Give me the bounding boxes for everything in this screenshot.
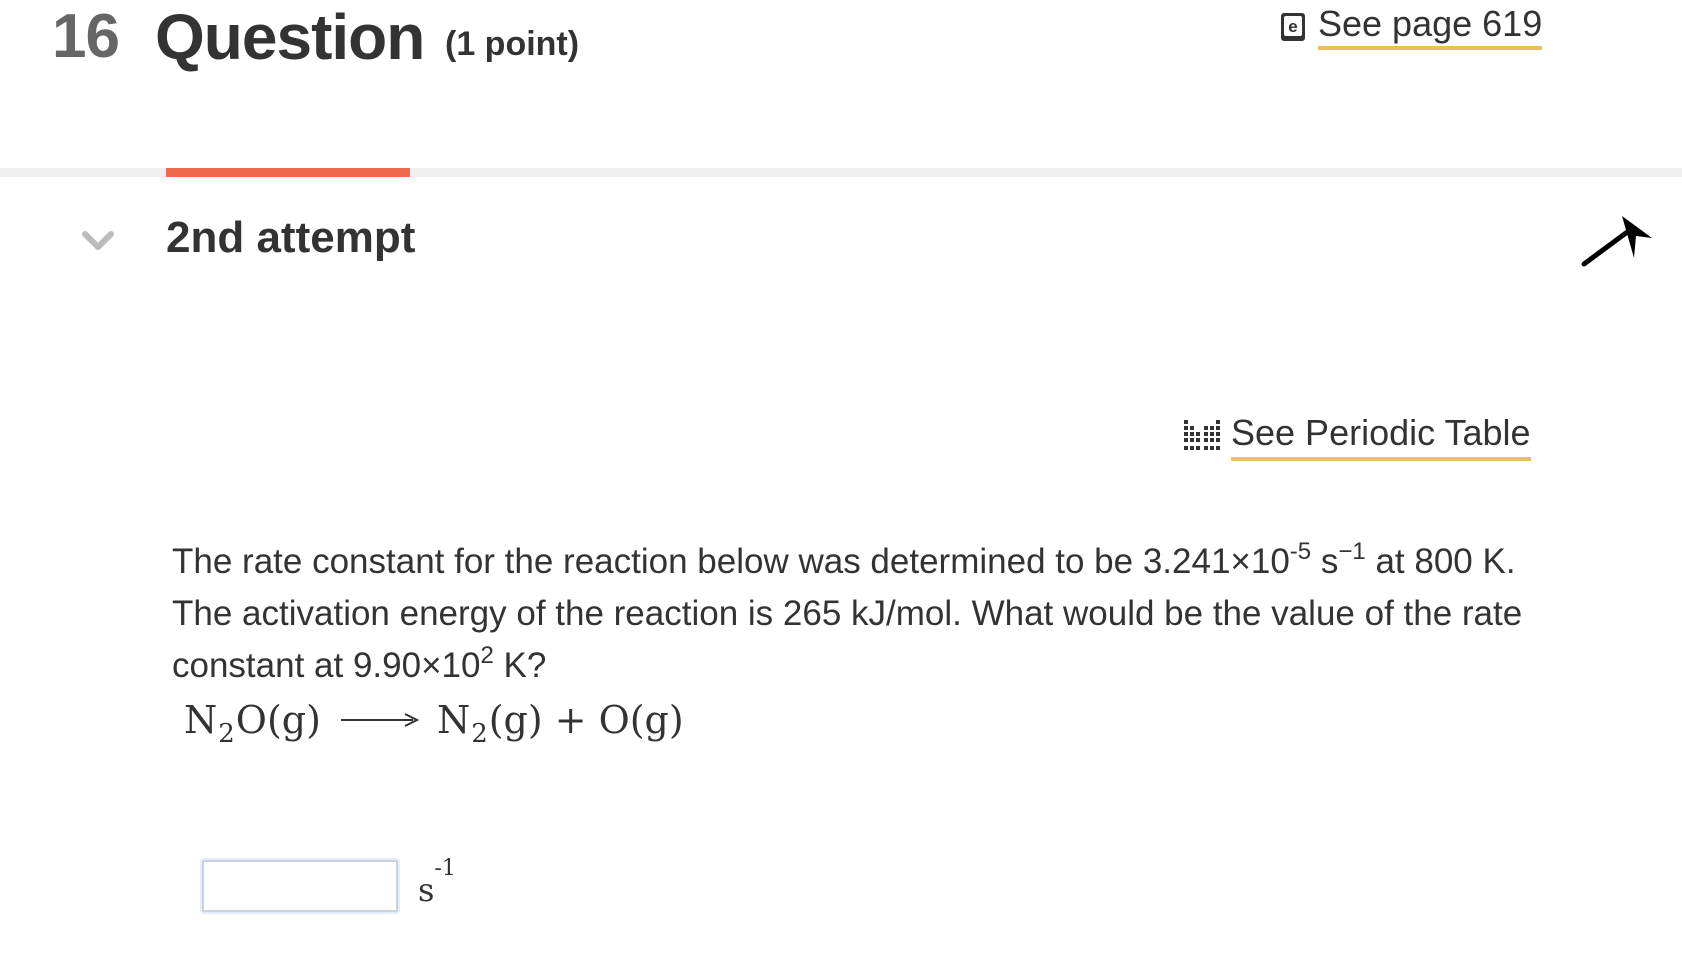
question-points: (1 point) (445, 25, 580, 63)
svg-text:e: e (1288, 17, 1297, 36)
answer-input[interactable] (202, 860, 398, 912)
attempt-label[interactable]: 2nd attempt (166, 210, 415, 266)
question-text-part: constant at 9.90×10 (172, 646, 481, 685)
product2: O(g) (598, 698, 684, 742)
reactant-subscript: 2 (218, 719, 235, 749)
reaction-equation: N 2 O(g) N 2 (g) + O(g) (184, 690, 684, 750)
plus-sign: + (554, 698, 587, 742)
question-line-3: constant at 9.90×102 K? (172, 640, 1572, 692)
rate-exponent: -5 (1289, 538, 1312, 565)
periodic-table-icon (1184, 420, 1220, 450)
product1-rest: (g) (488, 698, 543, 742)
question-title: Question (155, 1, 425, 73)
attempt-tab-indicator (166, 168, 410, 177)
see-page-link[interactable]: e See page 619 (1280, 2, 1543, 52)
product1-subscript: 2 (471, 719, 488, 749)
see-page-label[interactable]: See page 619 (1318, 4, 1543, 50)
answer-unit: s-1 (418, 858, 456, 920)
question-line-2: The activation energy of the reaction is… (172, 594, 1523, 633)
product1-symbol: N (436, 698, 471, 742)
unit-base: s (418, 871, 435, 909)
reaction-arrow-icon (340, 713, 420, 727)
question-text-part: The rate constant for the reaction below… (172, 542, 1290, 581)
question-text-part: at 800 K. (1365, 542, 1516, 581)
unit-exponent: −1 (1338, 538, 1366, 565)
periodic-table-link[interactable]: See Periodic Table (1183, 408, 1531, 464)
question-text-part: K? (493, 646, 547, 685)
chevron-down-icon[interactable] (80, 222, 116, 258)
periodic-table-label[interactable]: See Periodic Table (1231, 411, 1531, 461)
question-line-1: The rate constant for the reaction below… (172, 536, 1572, 588)
temperature-exponent: 2 (480, 642, 494, 669)
reactant-rest: O(g) (235, 698, 321, 742)
cursor-arrow-icon (1581, 216, 1652, 267)
ebook-icon: e (1281, 13, 1305, 41)
unit-exponent: -1 (434, 856, 456, 882)
question-number: 16 (52, 2, 120, 71)
question-text: The rate constant for the reaction below… (172, 536, 1572, 692)
reactant-symbol: N (184, 698, 218, 742)
question-text-part: s (1311, 542, 1339, 581)
